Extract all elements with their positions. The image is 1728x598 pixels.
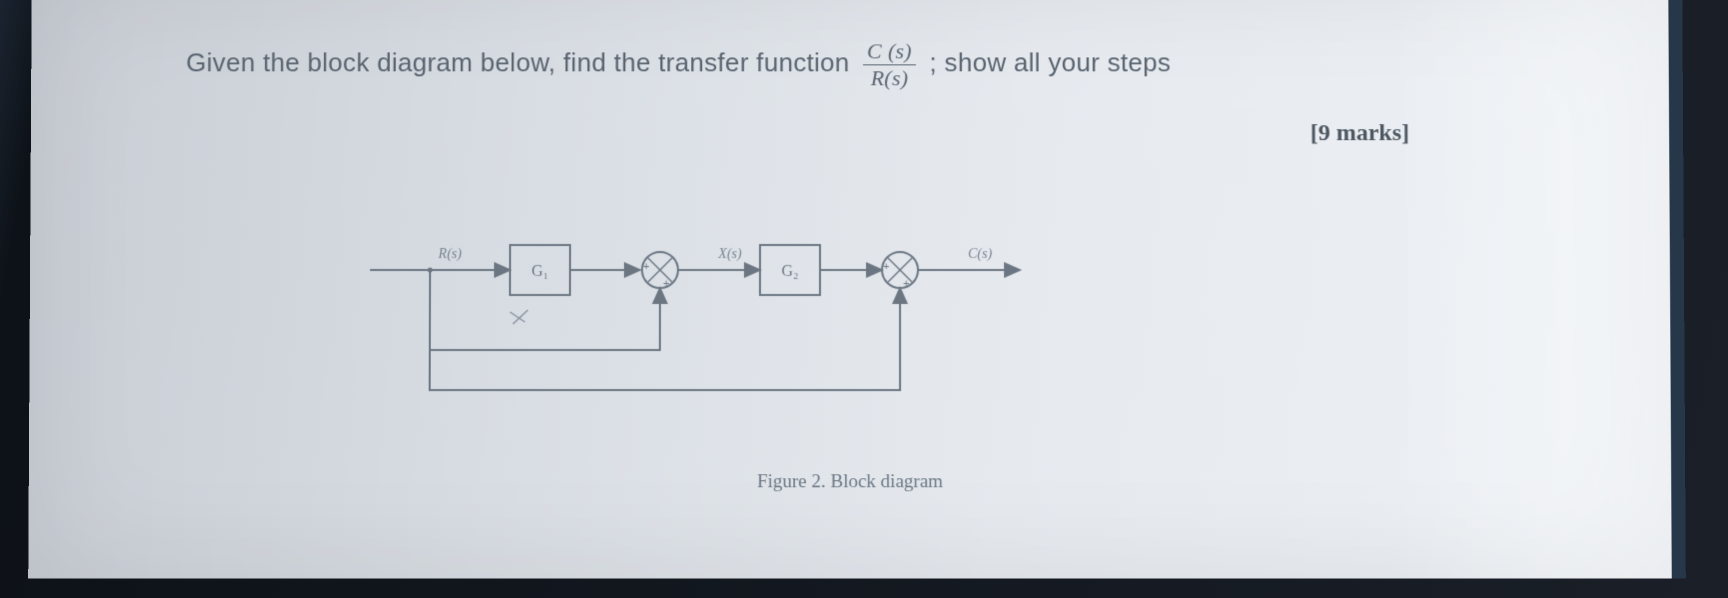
fraction-denominator: R(s) bbox=[863, 65, 916, 89]
svg-text:+: + bbox=[883, 261, 889, 273]
question-suffix: ; show all your steps bbox=[929, 48, 1171, 78]
block-g1: G₁ bbox=[531, 263, 548, 280]
block-g2: G₂ bbox=[781, 263, 798, 280]
svg-text:+: + bbox=[663, 278, 669, 290]
output-label: C(s) bbox=[968, 247, 992, 262]
svg-text:+: + bbox=[643, 261, 649, 273]
question-prefix: Given the block diagram below, find the … bbox=[186, 48, 857, 78]
svg-text:+: + bbox=[903, 278, 909, 290]
input-label: R(s) bbox=[437, 247, 462, 262]
page: Given the block diagram below, find the … bbox=[28, 0, 1686, 579]
mid-label: X(s) bbox=[717, 247, 742, 262]
transfer-fraction: C (s) R(s) bbox=[863, 40, 916, 89]
fraction-numerator: C (s) bbox=[863, 40, 916, 65]
block-diagram: R(s) G₁ + + X(s) G₂ + + C(s) bbox=[359, 210, 1060, 450]
marks-label: [9 marks] bbox=[1310, 120, 1409, 147]
question-text: Given the block diagram below, find the … bbox=[186, 40, 1171, 89]
figure-caption: Figure 2. Block diagram bbox=[29, 471, 1672, 493]
